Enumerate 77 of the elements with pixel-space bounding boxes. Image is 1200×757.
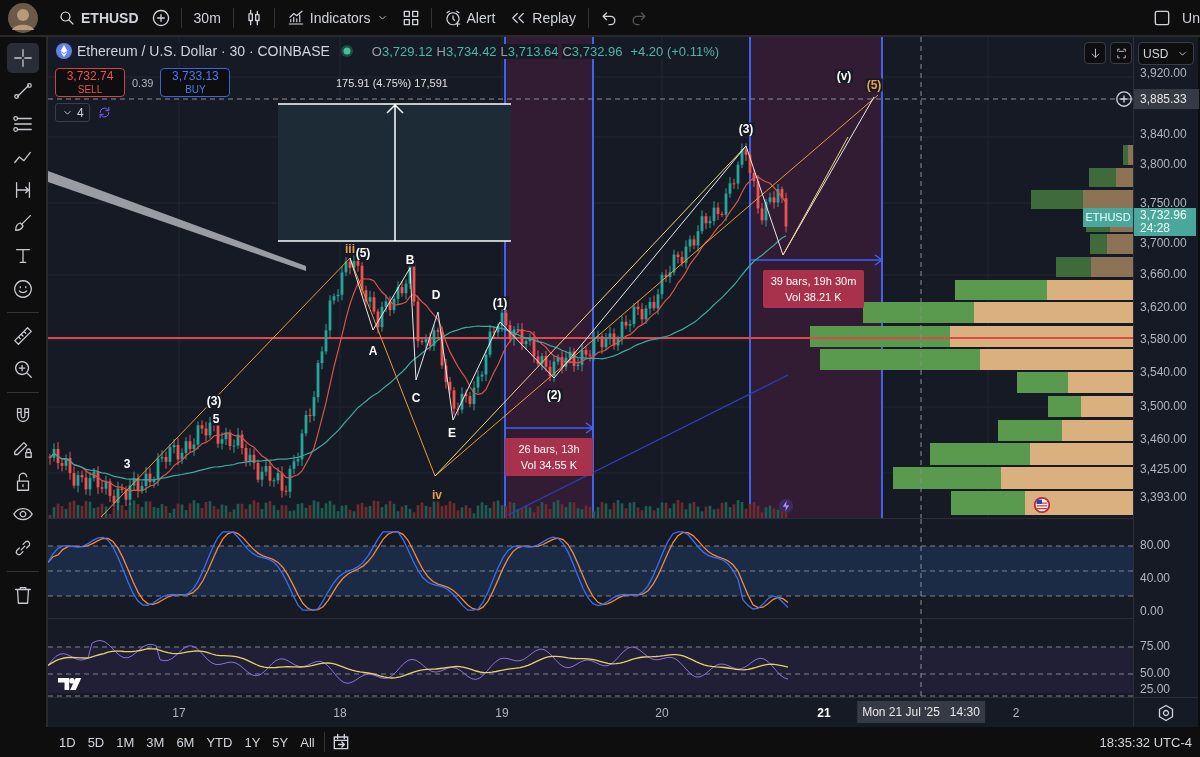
volume-text: Vol 38.21 K	[785, 291, 842, 303]
wave-label: (2)	[545, 388, 563, 402]
spread-value: 0.39	[132, 76, 154, 89]
date-label: 2	[1012, 706, 1020, 720]
wave-label: (1)	[491, 296, 509, 310]
crosshair-time: Mon 21 Jul '25 14:30	[857, 701, 985, 723]
date-label: 17	[172, 706, 186, 720]
price-label: 3,620.00	[1140, 299, 1187, 314]
sell-button[interactable]: 3,732.74 SELL	[55, 68, 125, 97]
symbol-price-label: ETHUSD	[1083, 208, 1133, 227]
price-label: 3,700.00	[1140, 235, 1187, 250]
wave-label: 3	[122, 457, 132, 471]
range-button[interactable]: 1M	[113, 734, 138, 750]
wave-label: D	[430, 288, 442, 302]
volume-text: Vol 34.55 K	[520, 459, 578, 471]
clock: 18:35:32 UTC-4	[1099, 734, 1192, 750]
wave-label: iii	[344, 242, 356, 256]
wave-label: 5	[211, 412, 221, 426]
indicators-toggle[interactable]: 4	[55, 103, 90, 122]
replay-button[interactable]: Replay	[507, 8, 578, 27]
price-label: 3,750.00	[1140, 196, 1187, 211]
range-button[interactable]: 6M	[173, 734, 198, 750]
wave-label: (3)	[737, 122, 755, 136]
price-label: 3,580.00	[1140, 332, 1187, 347]
account-label: Un	[1182, 9, 1200, 26]
rsi-scale-label: 25.00	[1140, 682, 1171, 696]
date-label: 18	[333, 706, 347, 720]
countdown: 24:28	[1140, 221, 1171, 235]
rsi-scale-label: 75.00	[1140, 639, 1171, 653]
bars-count: 39 bars, 19h 30m	[770, 275, 857, 287]
bars-count: 26 bars, 13h	[518, 443, 580, 455]
ohlc-label: C	[562, 43, 572, 59]
price-label: 3,660.00	[1140, 267, 1187, 282]
price-label: 3,840.00	[1140, 126, 1187, 141]
price-label: 3,393.00	[1140, 489, 1187, 504]
wave-label: B	[404, 253, 416, 267]
price-label: 3,540.00	[1140, 365, 1187, 380]
price-label: 3,800.00	[1140, 157, 1187, 172]
wave-label: C	[410, 391, 422, 405]
wave-label: (5)	[865, 78, 883, 92]
wave-label: iv	[431, 488, 443, 502]
price-label: 3,460.00	[1140, 432, 1187, 447]
ohlc-value: 3,732.96	[571, 43, 623, 59]
date-label: 19	[495, 706, 509, 720]
wave-label: E	[447, 426, 457, 440]
stochastic-scale-label: 0.00	[1140, 604, 1164, 618]
price-label: 3,920.00	[1140, 66, 1187, 80]
wave-label: (5)	[354, 246, 372, 260]
price-change: +4.20 (+0.11%)	[630, 43, 720, 59]
last-price: 3,732.96	[1140, 208, 1188, 222]
currency-dropdown[interactable]: USD	[1138, 42, 1194, 65]
range-button[interactable]: 5D	[84, 734, 108, 750]
wave-label: (v)	[835, 69, 853, 83]
range-button[interactable]: 3M	[143, 734, 168, 750]
stochastic-scale-label: 80.00	[1140, 538, 1171, 552]
price-label: 3,425.00	[1140, 462, 1187, 477]
symbol-title: Ethereum / U.S. Dollar · 30 · COINBASE	[77, 43, 330, 59]
range-button[interactable]: 5Y	[269, 734, 292, 750]
stochastic-scale-label: 40.00	[1140, 571, 1171, 585]
range-button[interactable]: 1Y	[241, 734, 264, 750]
ohlc-label: L	[500, 43, 508, 59]
range-button[interactable]: YTD	[203, 734, 236, 750]
buy-button[interactable]: 3,733.13 BUY	[160, 68, 231, 97]
indicators-button[interactable]: Indicators	[284, 8, 391, 27]
interval-button[interactable]: 30m	[191, 9, 223, 26]
measurement-label: 175.91 (4.75%) 17,591	[336, 77, 448, 89]
price-label: 3,500.00	[1140, 398, 1187, 413]
alert-button[interactable]: Alert	[441, 8, 498, 27]
range-button[interactable]: All	[297, 734, 318, 750]
date-label: 21	[817, 706, 831, 720]
wave-label: (3)	[205, 394, 223, 408]
symbol-search-button[interactable]: ETHUSD	[56, 8, 141, 27]
crosshair-price: 3,885.33	[1134, 89, 1199, 110]
date-label: 20	[655, 706, 669, 720]
range-button[interactable]: 1D	[56, 734, 79, 750]
wave-label: A	[367, 344, 379, 358]
rsi-scale-label: 50.00	[1140, 666, 1171, 680]
